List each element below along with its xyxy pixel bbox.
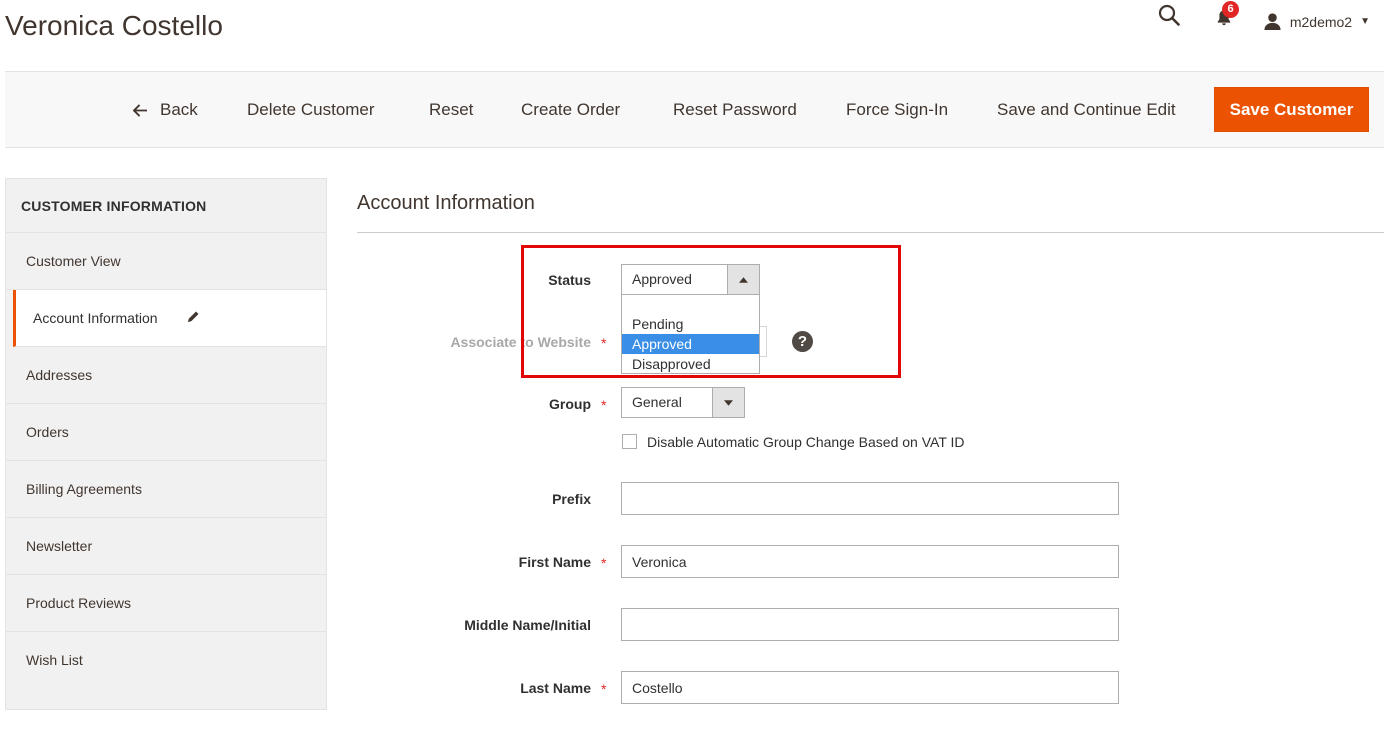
required-mark: * [601,397,607,413]
sidebar-item-label: Customer View [26,253,121,269]
sidebar-item-addresses[interactable]: Addresses [6,347,326,404]
sidebar-item-newsletter[interactable]: Newsletter [6,518,326,575]
group-label: Group [549,396,591,412]
last-name-label: Last Name [520,680,591,696]
back-label: Back [160,100,198,119]
status-option-disapproved[interactable]: Disapproved [622,354,759,374]
search-icon[interactable] [1158,4,1180,26]
force-signin-button[interactable]: Force Sign-In [846,100,948,120]
sidebar-item-label: Orders [26,424,69,440]
required-mark: * [601,335,607,351]
sidebar-title: CUSTOMER INFORMATION [6,179,326,233]
user-icon [1264,13,1281,31]
group-selected-value: General [632,394,682,410]
help-icon[interactable]: ? [792,331,813,352]
website-label: Associate to Website [450,334,591,350]
sidebar-item-label: Product Reviews [26,595,132,611]
chevron-up-icon [727,265,759,294]
middle-name-label: Middle Name/Initial [464,617,591,633]
sidebar-item-label: Addresses [26,367,93,383]
last-name-input[interactable]: Costello [621,671,1119,704]
group-select[interactable]: General [621,387,745,418]
back-button[interactable]: Back [133,100,198,120]
status-dropdown-list[interactable]: Pending Approved Disapproved [621,294,760,374]
status-option-pending[interactable]: Pending [622,314,759,334]
first-name-input[interactable]: Veronica [621,545,1119,578]
status-selected-value: Approved [632,271,692,287]
pencil-icon [188,311,199,322]
sidebar-item-billing-agreements[interactable]: Billing Agreements [6,461,326,518]
sidebar-item-label: Billing Agreements [26,481,142,497]
user-name: m2demo2 [1289,13,1353,30]
save-continue-button[interactable]: Save and Continue Edit [997,100,1176,120]
prefix-input[interactable] [621,482,1119,515]
disable-vat-group-label: Disable Automatic Group Change Based on … [647,434,965,450]
page-actions-toolbar: Back Delete Customer Reset Create Order … [5,71,1384,148]
section-divider [357,232,1384,233]
notification-count-badge: 6 [1222,1,1239,18]
delete-customer-button[interactable]: Delete Customer [247,100,375,120]
sidebar-item-wish-list[interactable]: Wish List [6,632,326,689]
create-order-button[interactable]: Create Order [521,100,620,120]
sidebar-item-label: Wish List [26,652,83,668]
status-option-approved[interactable]: Approved [622,334,759,354]
required-mark: * [601,681,607,697]
chevron-down-icon [712,388,744,417]
required-mark: * [601,555,607,571]
middle-name-input[interactable] [621,608,1119,641]
sidebar-item-customer-view[interactable]: Customer View [6,233,326,290]
sidebar-item-product-reviews[interactable]: Product Reviews [6,575,326,632]
status-label: Status [548,272,591,288]
reset-button[interactable]: Reset [429,100,473,120]
page-title: Veronica Costello [5,10,223,41]
arrow-left-icon [133,103,147,117]
prefix-label: Prefix [552,491,591,507]
sidebar-item-orders[interactable]: Orders [6,404,326,461]
status-select[interactable]: Approved [621,264,760,295]
reset-password-button[interactable]: Reset Password [673,100,797,120]
sidebar-item-account-information[interactable]: Account Information [13,290,326,347]
user-menu[interactable]: m2demo2 ▼ [1263,12,1370,31]
sidebar-item-label: Newsletter [26,538,93,554]
sidebar-item-label: Account Information [33,310,158,326]
chevron-down-icon: ▼ [1360,16,1370,27]
save-customer-button[interactable]: Save Customer [1214,87,1369,132]
disable-vat-group-checkbox[interactable] [622,434,637,449]
first-name-label: First Name [518,554,591,570]
section-title: Account Information [357,192,535,214]
notifications-button[interactable]: 6 [1214,1,1239,28]
customer-info-sidebar: CUSTOMER INFORMATION Customer View Accou… [5,178,327,710]
